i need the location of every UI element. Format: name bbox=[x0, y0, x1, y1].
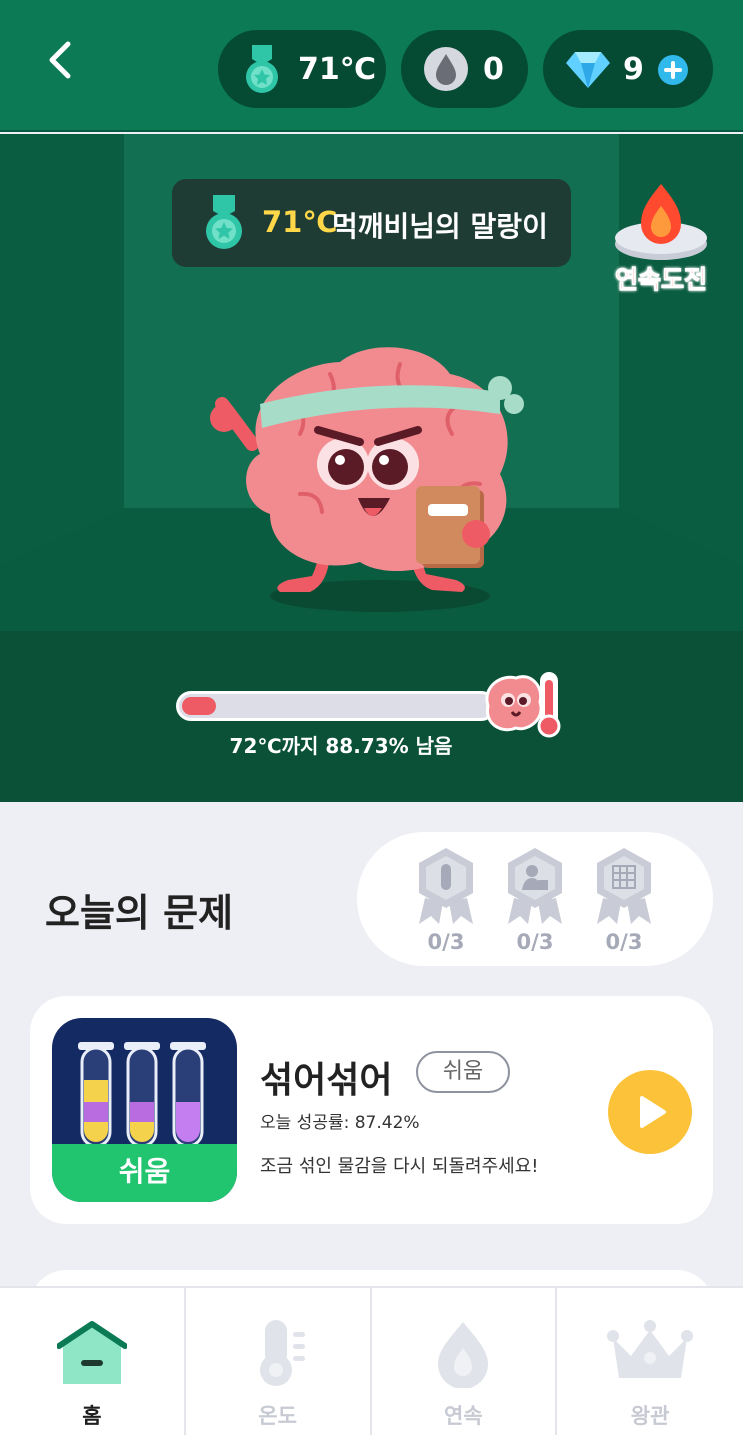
gem-value: 9 bbox=[623, 52, 644, 87]
character-name-banner: 71℃ 먹깨비님의 말랑이 bbox=[172, 179, 571, 267]
badge-count: 0/3 bbox=[427, 930, 465, 954]
nav-label: 홈 bbox=[82, 1404, 102, 1428]
drop-icon bbox=[424, 47, 468, 91]
medal-icon bbox=[206, 195, 242, 249]
nav-label: 온도 bbox=[258, 1404, 297, 1428]
streak-challenge-label: 연속도전 bbox=[614, 265, 707, 295]
plus-icon[interactable] bbox=[657, 54, 689, 86]
test-tube-badge-icon bbox=[419, 848, 473, 924]
flame-icon bbox=[615, 184, 707, 260]
chevron-left-icon bbox=[49, 41, 71, 79]
brain-character bbox=[210, 347, 524, 612]
badge-test-tube[interactable]: 0/3 bbox=[411, 846, 481, 956]
puzzle-title: 섞어섞어 bbox=[260, 1060, 393, 1101]
nav-home[interactable]: 홈 bbox=[0, 1288, 186, 1435]
gem-counter[interactable]: 9 bbox=[543, 30, 713, 108]
badge-grid[interactable]: 0/3 bbox=[589, 846, 659, 956]
character-name: 먹깨비님의 말랑이 bbox=[332, 210, 548, 243]
thumbnail-difficulty: 쉬움 bbox=[118, 1155, 171, 1188]
play-icon bbox=[640, 1096, 666, 1128]
play-button[interactable] bbox=[608, 1070, 692, 1154]
badge-count: 0/3 bbox=[516, 930, 554, 954]
test-tubes-icon bbox=[78, 1042, 206, 1148]
puzzle-description: 조금 섞인 물감을 다시 되돌려주세요! bbox=[260, 1156, 539, 1177]
grid-badge-icon bbox=[597, 848, 651, 924]
drop-value: 0 bbox=[483, 52, 504, 87]
character-room: 71℃ 먹깨비님의 말랑이 연속도전 72℃까지 88.73% 남음 bbox=[0, 134, 743, 802]
home-icon bbox=[56, 1321, 127, 1384]
person-badge-icon bbox=[508, 848, 562, 924]
top-bar: 71℃ 0 9 bbox=[0, 0, 743, 132]
nav-temperature[interactable]: 온도 bbox=[186, 1288, 372, 1435]
crown-icon bbox=[607, 1320, 694, 1378]
thermometer-icon bbox=[259, 1320, 305, 1386]
medal-icon bbox=[246, 45, 278, 93]
daily-badges-panel: 0/3 0/3 0/3 bbox=[357, 832, 713, 966]
badge-count: 0/3 bbox=[605, 930, 643, 954]
nav-label: 연속 bbox=[444, 1404, 483, 1428]
nav-crown[interactable]: 왕관 bbox=[557, 1288, 743, 1435]
temperature-counter[interactable]: 71℃ bbox=[218, 30, 386, 108]
bottom-navigation: 홈 온도 연속 왕관 bbox=[0, 1286, 743, 1435]
difficulty-badge: 쉬움 bbox=[416, 1051, 510, 1093]
nav-streak[interactable]: 연속 bbox=[372, 1288, 558, 1435]
banner-temperature: 71℃ bbox=[262, 205, 338, 239]
success-rate: 오늘 성공률: 87.42% bbox=[260, 1113, 420, 1133]
temperature-progress-bar bbox=[176, 691, 496, 721]
flame-icon bbox=[438, 1322, 489, 1388]
puzzle-thumbnail: 쉬움 bbox=[52, 1018, 237, 1202]
puzzle-card[interactable]: 쉬움 섞어섞어 쉬움 오늘 성공률: 87.42% 조금 섞인 물감을 다시 되… bbox=[30, 996, 713, 1224]
progress-label: 72℃까지 88.73% 남음 bbox=[229, 734, 453, 758]
streak-challenge-button[interactable]: 연속도전 bbox=[608, 178, 714, 298]
diamond-icon bbox=[566, 52, 610, 88]
badge-person[interactable]: 0/3 bbox=[500, 846, 570, 956]
nav-label: 왕관 bbox=[630, 1404, 670, 1428]
temperature-value: 71℃ bbox=[298, 52, 377, 87]
section-title: 오늘의 문제 bbox=[45, 891, 234, 935]
drop-counter[interactable]: 0 bbox=[401, 30, 528, 108]
back-button[interactable] bbox=[40, 38, 84, 82]
temperature-progress-fill bbox=[182, 697, 216, 715]
